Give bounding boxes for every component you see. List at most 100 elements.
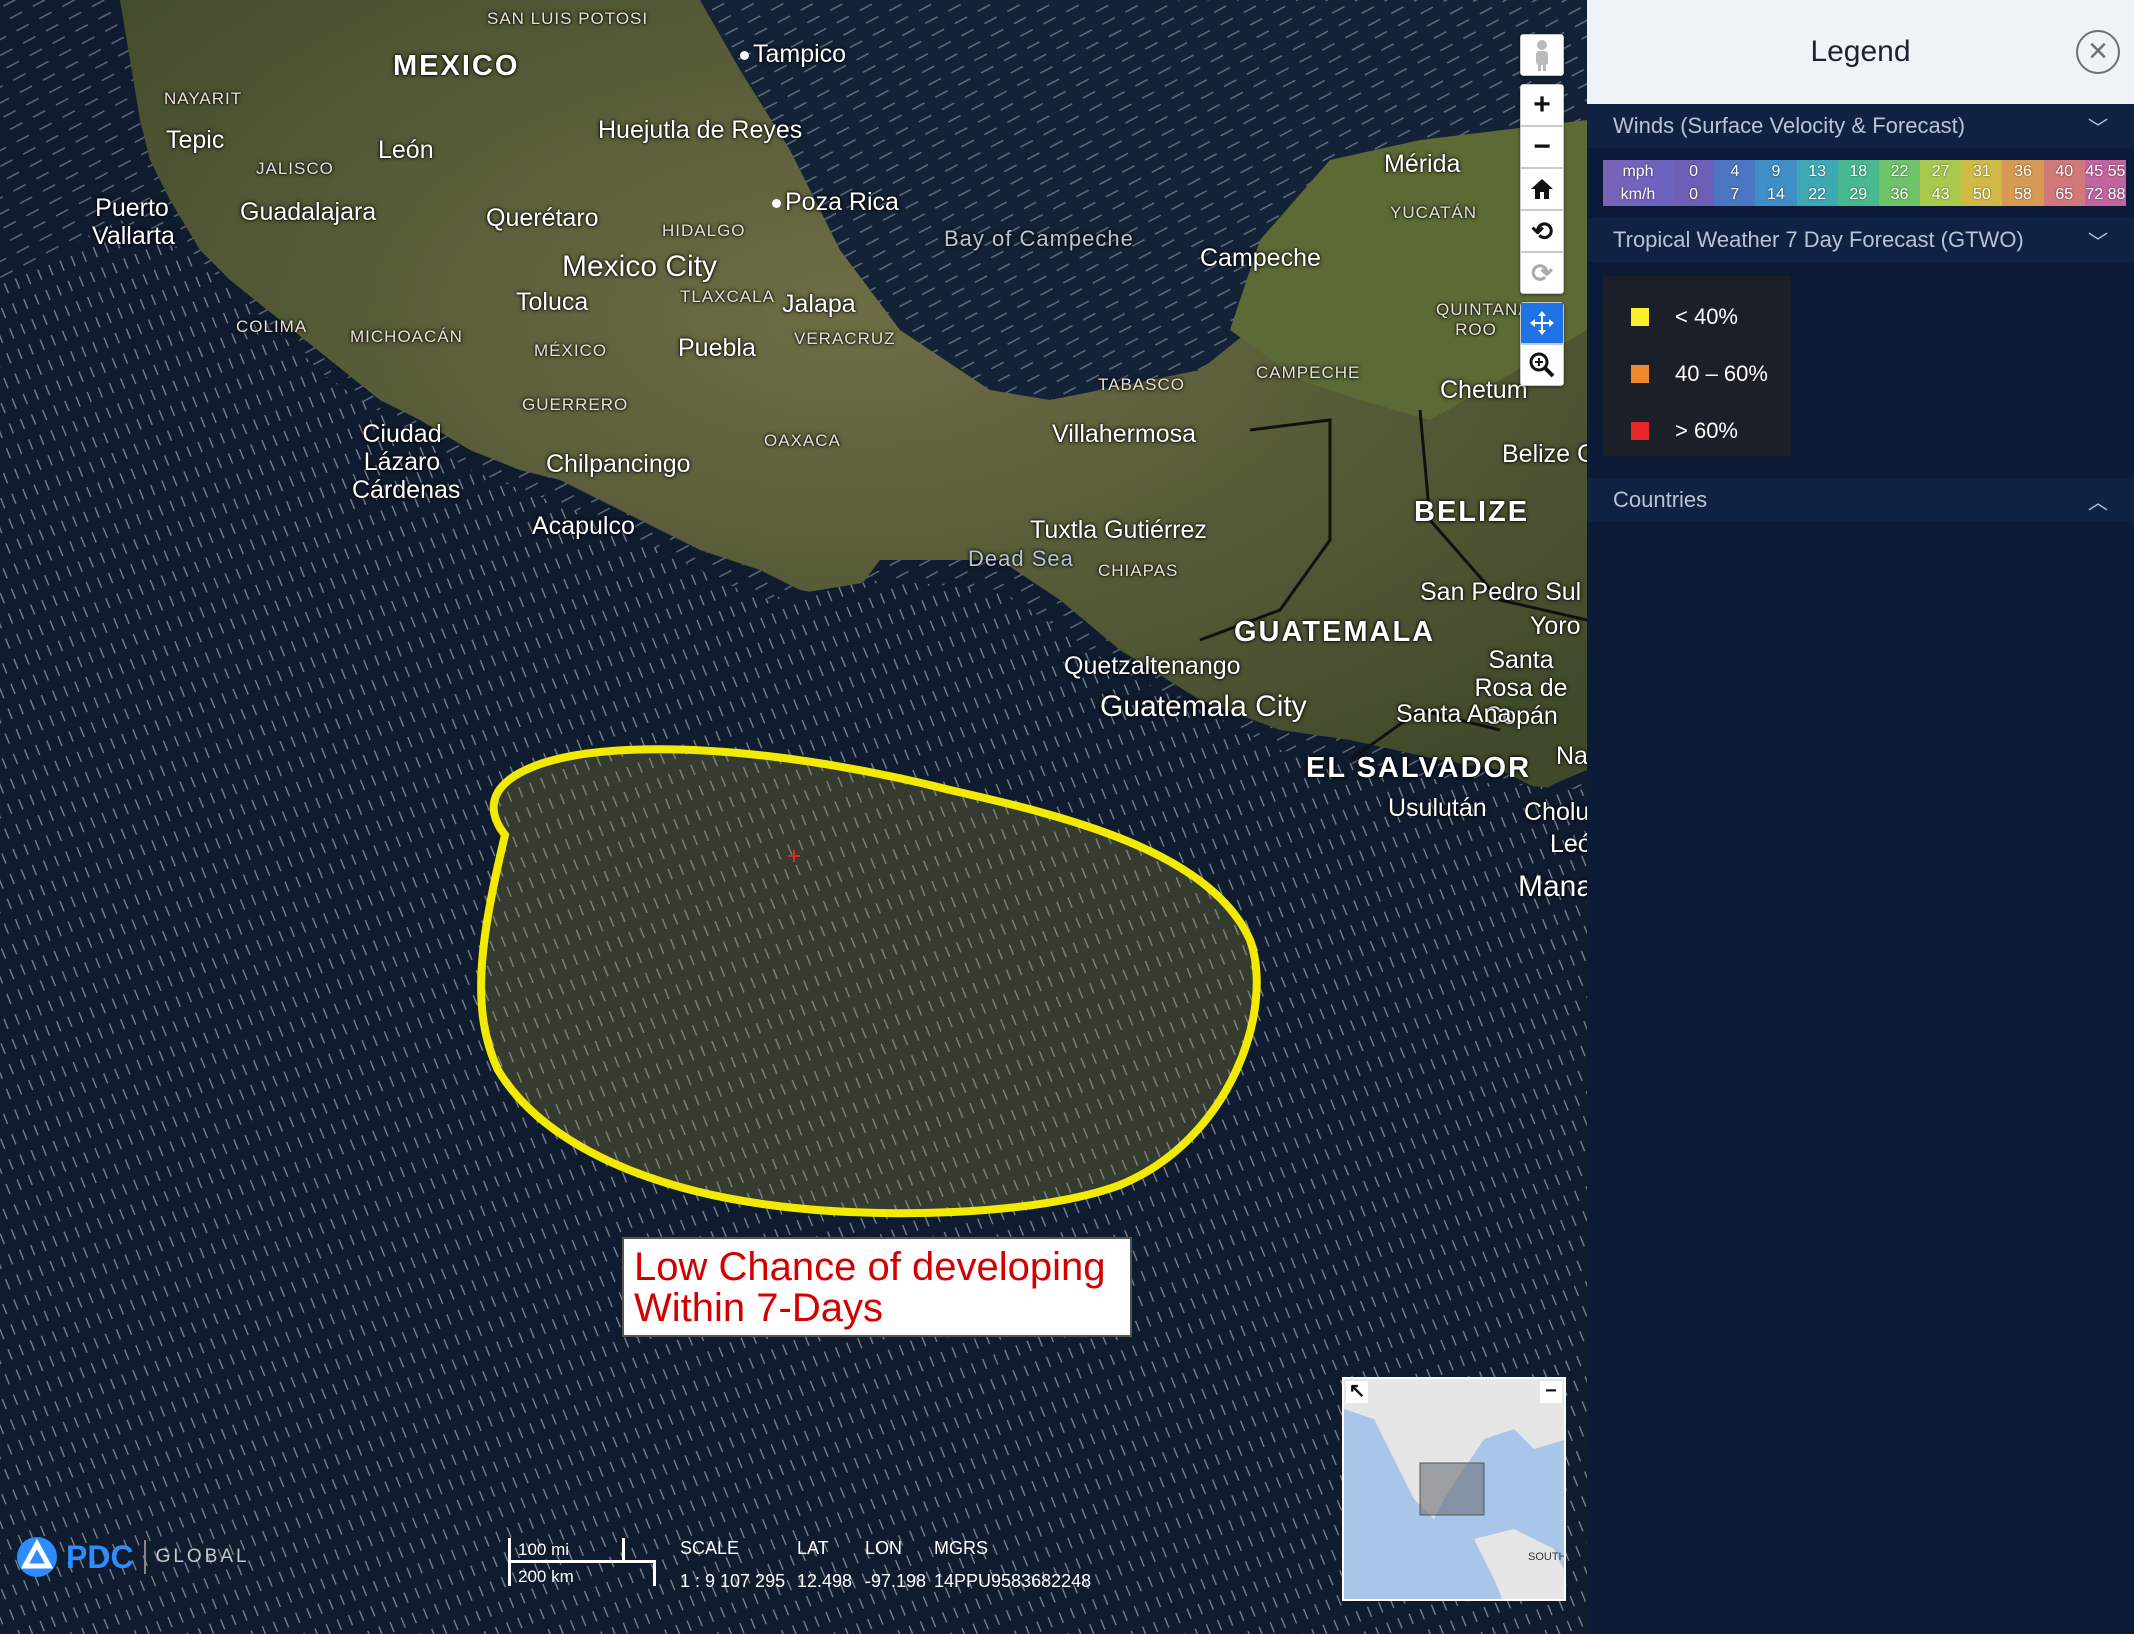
place-puerto-vallarta: Puerto Vallarta [92,194,175,250]
wind-kmh-value: 7 [1714,183,1756,206]
place-leo: León [1550,830,1587,858]
place-cholu: Cholu [1524,798,1587,826]
place-mexico-city: Mexico City [562,250,718,283]
section-winds-header[interactable]: Winds (Surface Velocity & Forecast) ﹀ [1587,104,2134,148]
legend-panel: Legend × Winds (Surface Velocity & Forec… [1587,0,2134,1634]
place-san-luis-potosi: SAN LUIS POTOSI [487,9,649,28]
place-poza-rica: Poza Rica [772,190,899,215]
gtwo-item: 40 – 60% [1603,345,1791,402]
wind-kmh-value: 14 [1755,183,1797,206]
annotation-line-2: Within 7-Days [634,1286,883,1330]
place-guatemala-city: Guatemala City [1100,690,1307,723]
wind-kmh-value: 50 [1961,183,2003,206]
annotation-line-1: Low Chance of developing [634,1245,1106,1289]
rotate-right-icon[interactable]: ⟳ [1520,252,1564,294]
wind-kmh-value: 29 [1837,183,1879,206]
pdc-logo-icon [17,1537,57,1577]
logo-divider [143,1540,146,1574]
city-dot-icon [740,50,749,60]
place-tampico: Tampico [740,42,846,67]
overview-minimap[interactable]: ↖ − SOUTH [1342,1377,1566,1601]
wind-speed-scale: mph 0 4 9 13 18 22 27 31 36 40 45 55 km/h 0 7 14 22 29 36 4… [1603,160,2126,206]
place-quetzaltenango: Quetzaltenango [1064,652,1241,680]
place-mana: Mana [1518,870,1587,903]
gtwo-label: > 60% [1675,417,1738,443]
gtwo-item: < 40% [1603,288,1791,345]
wind-kmh-value: 36 [1878,183,1921,206]
gtwo-legend-box: < 40% 40 – 60% > 60% [1603,276,1791,456]
place-tepic: Tepic [166,126,225,154]
place-yucatan: YUCATÁN [1390,203,1477,222]
place-usulutan: Usulután [1388,794,1487,822]
pdc-logo: PDC GLOBAL [14,1536,250,1578]
place-queretaro: Querétaro [486,204,599,232]
pan-icon[interactable] [1520,302,1564,344]
wind-mph-value: 13 [1796,160,1838,183]
wind-kmh-value: 43 [1920,183,1962,206]
place-nayarit: NAYARIT [164,89,243,108]
place-dead-sea: Dead Sea [968,546,1074,571]
gtwo-label: < 40% [1675,303,1738,329]
home-icon[interactable] [1520,168,1564,210]
legend-header: Legend × [1587,0,2134,104]
minimap-collapse-icon[interactable]: − [1540,1381,1562,1403]
wind-mph-value: 18 [1837,160,1879,183]
city-dot-icon [772,198,781,208]
place-guadalajara: Guadalajara [240,198,377,226]
minimap-expand-icon[interactable]: ↖ [1346,1381,1368,1403]
zoom-in-icon[interactable]: + [1520,84,1564,126]
section-countries-title: Countries [1613,487,1708,512]
lat-readout: LAT 12.498 [797,1538,853,1591]
place-guerrero: GUERRERO [522,395,629,414]
place-jalisco: JALISCO [256,159,334,178]
place-oaxaca: OAXACA [764,431,841,450]
wind-mph-value: 40 [2043,160,2085,183]
place-lazaro: Ciudad Lázaro Cárdenas [352,420,461,504]
chevron-down-icon: ﹀ [2088,117,2108,140]
wind-mph-value: 0 [1673,160,1715,183]
place-veracruz: VERACRUZ [794,329,896,348]
chevron-down-icon: ﹀ [2088,231,2108,254]
logo-brand: PDC [66,1538,134,1575]
place-chetumal: Chetum [1440,376,1528,404]
mgrs-readout: MGRS 14PPU9583682248 [934,1538,1092,1591]
gtwo-swatch [1631,307,1649,326]
street-view-icon[interactable] [1520,34,1564,76]
place-jalapa: Jalapa [782,290,856,318]
place-huejutla: Huejutla de Reyes [598,116,803,144]
minimap-label: SOUTH [1528,1551,1566,1563]
rotate-left-icon[interactable]: ⟲ [1520,210,1564,252]
place-belize-city: Belize C [1502,440,1587,468]
place-yoro: Yoro [1530,612,1581,640]
place-puebla: Puebla [678,334,756,362]
lon-readout: LON -97.198 [865,1538,927,1591]
place-acapulco: Acapulco [532,512,635,540]
place-merida: Mérida [1384,150,1461,178]
close-icon[interactable]: × [2076,30,2120,74]
zoom-search-icon[interactable] [1520,344,1564,386]
place-chilpancingo: Chilpancingo [546,450,691,478]
place-campeche-state: CAMPECHE [1256,363,1361,382]
place-leon: León [378,136,434,164]
place-campeche-city: Campeche [1200,244,1321,272]
wind-unit-kmh: km/h [1603,183,1673,206]
wind-kmh-value: 0 [1673,183,1715,206]
place-guatemala: GUATEMALA [1234,616,1436,648]
chevron-up-icon: ︿ [2088,491,2108,514]
wind-kmh-value: 65 [2043,183,2085,206]
wind-unit-mph: mph [1603,160,1673,183]
wind-mph-value: 31 [1961,160,2003,183]
section-gtwo-header[interactable]: Tropical Weather 7 Day Forecast (GTWO) ﹀ [1587,218,2134,262]
place-colima: COLIMA [236,317,308,336]
section-countries-header[interactable]: Countries ︿ [1587,478,2134,522]
wind-mph-value: 27 [1920,160,1962,183]
map-view[interactable]: SAN LUIS POTOSI MEXICO Tampico NAYARIT T… [0,0,1587,1634]
place-mexico-state: MÉXICO [534,341,608,360]
place-villahermosa: Villahermosa [1052,420,1197,448]
gtwo-swatch [1631,421,1649,440]
zoom-out-icon[interactable]: − [1520,126,1564,168]
wind-mph-value: 4 [1714,160,1756,183]
wind-kmh-value: 22 [1796,183,1838,206]
scale-readout: SCALE 1 : 9 107 295 [680,1538,786,1591]
wind-mph-value: 45 55 [2084,160,2126,183]
